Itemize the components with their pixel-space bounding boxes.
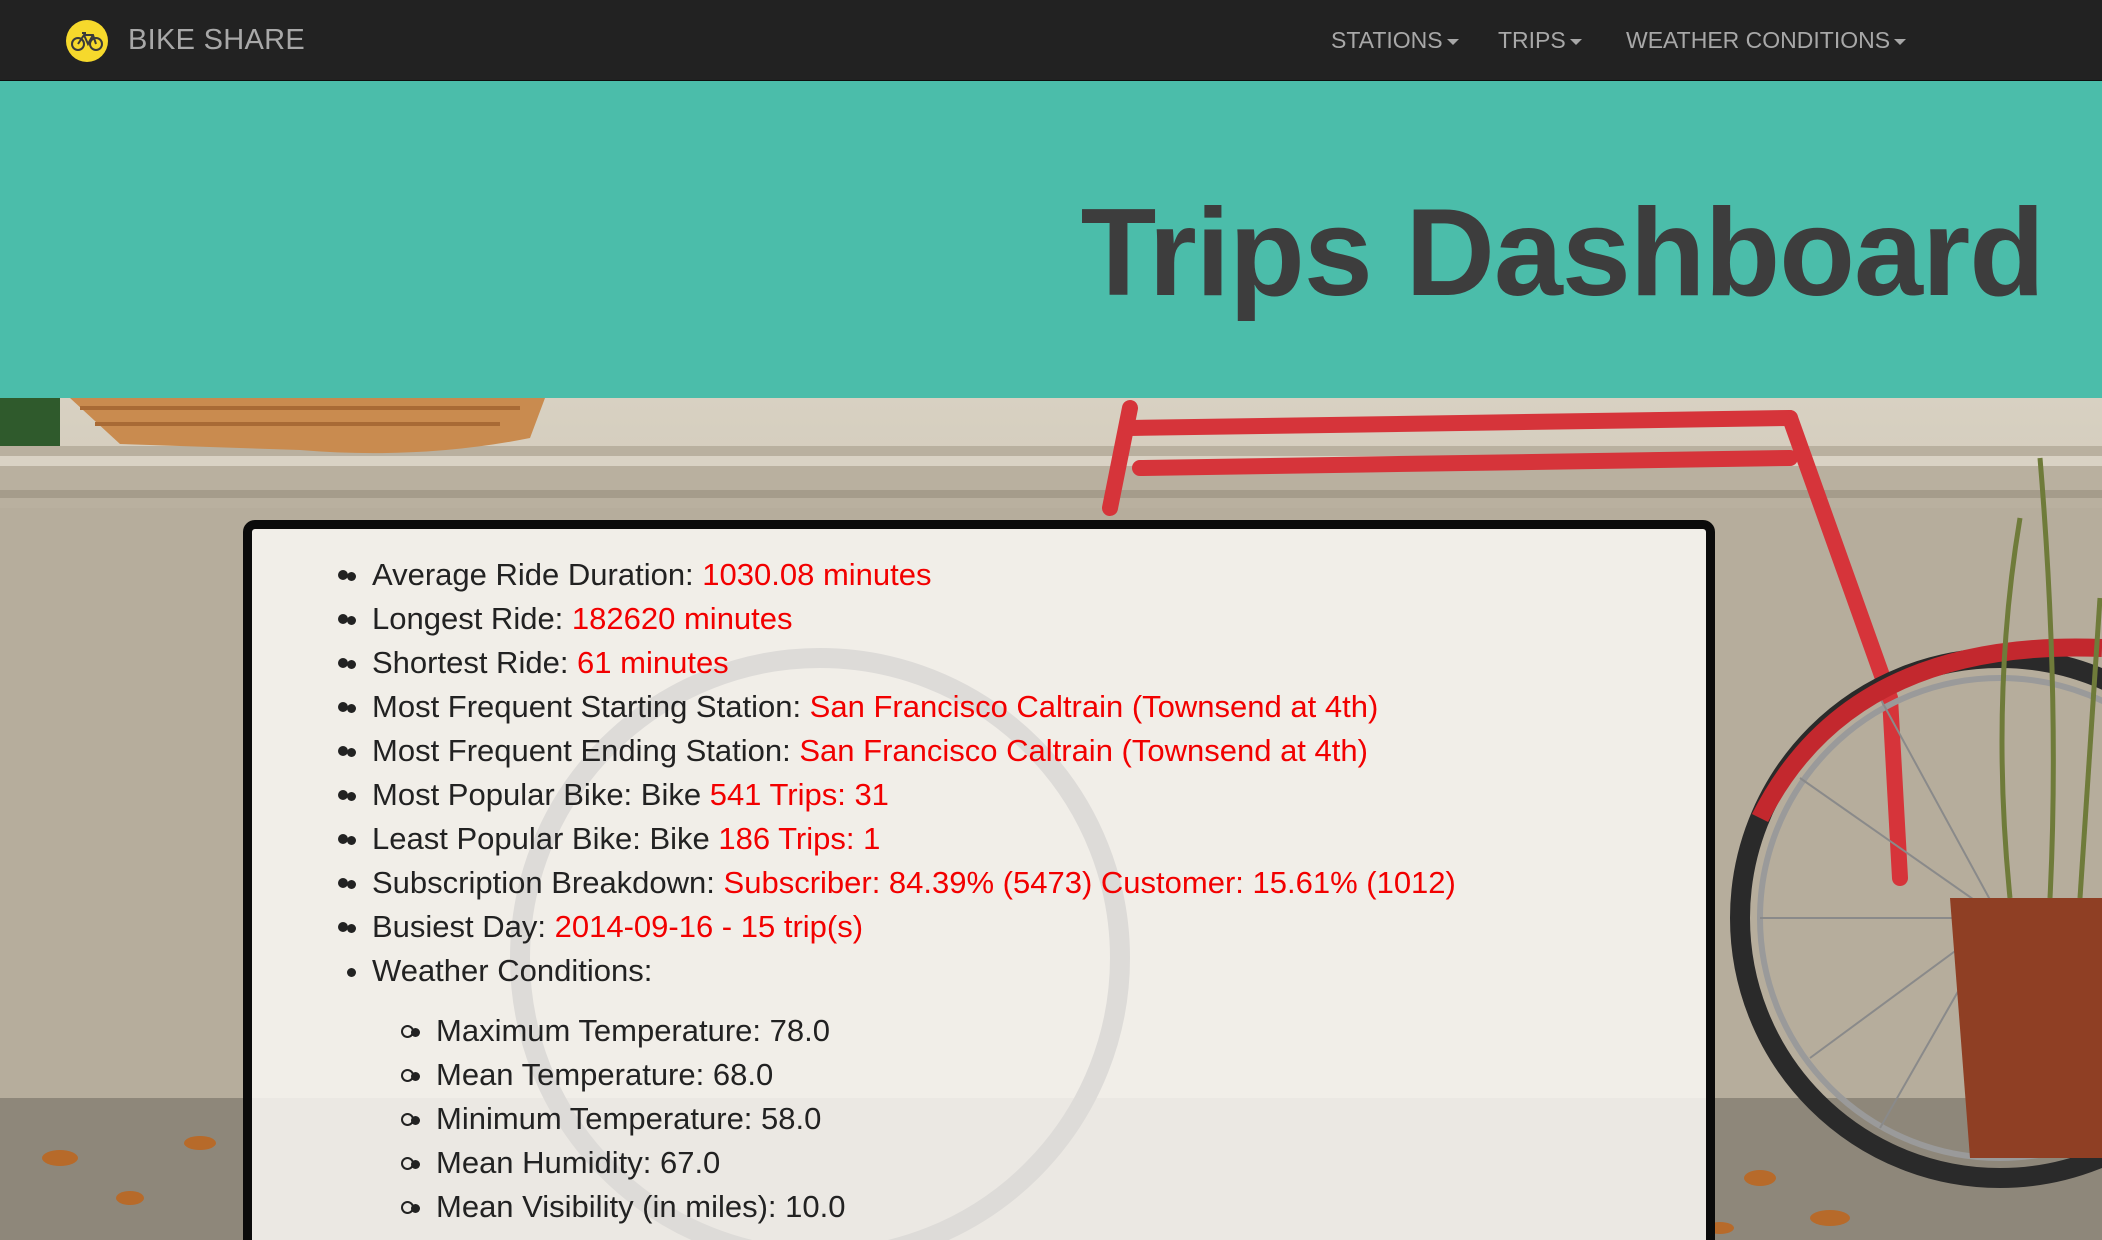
bullet-icon [338,922,348,932]
bullet-icon [338,746,348,756]
page-title: Trips Dashboard [1080,184,2045,322]
bullet-icon [338,834,348,844]
caret-down-icon [1894,39,1907,45]
stat-frequent-start-station: Most Frequent Starting Station: San Fran… [338,685,1379,729]
weather-item-text: Mean Humidity: 67.0 [436,1145,721,1180]
stat-label: Least Popular Bike: Bike [372,821,719,856]
stat-value: 61 minutes [577,645,729,680]
nav-weather-label: WEATHER CONDITIONS [1626,27,1891,53]
bullet-icon [338,878,348,888]
weather-mean-humidity: Mean Humidity: 67.0 [401,1141,721,1185]
stat-longest-ride: Longest Ride: 182620 minutes [338,597,793,641]
stat-most-popular-bike: Most Popular Bike: Bike 541 Trips: 31 [338,773,889,817]
weather-max-temp: Maximum Temperature: 78.0 [401,1009,830,1053]
circle-bullet-icon [401,1201,414,1214]
stat-value: Subscriber: 84.39% (5473) Customer: 15.6… [723,865,1456,900]
stat-subscription-breakdown: Subscription Breakdown: Subscriber: 84.3… [338,861,1456,905]
stat-frequent-end-station: Most Frequent Ending Station: San Franci… [338,729,1368,773]
nav-trips-label: TRIPS [1498,27,1566,53]
nav-weather-dropdown[interactable]: WEATHER CONDITIONS [1626,0,1907,81]
stat-busiest-day: Busiest Day: 2014-09-16 - 15 trip(s) [338,905,864,949]
stat-label: Subscription Breakdown: [372,865,724,900]
bullet-icon [338,570,348,580]
stat-label: Shortest Ride: [372,645,578,680]
caret-down-icon [1569,39,1582,45]
trip-stats-card: Average Ride Duration: 1030.08 minutes L… [243,520,1715,1240]
stat-value: 541 Trips: 31 [709,777,889,812]
weather-item-text: Mean Temperature: 68.0 [436,1057,774,1092]
top-navbar: BIKE SHARE STATIONS TRIPS WEATHER CONDIT… [0,0,2102,81]
caret-down-icon [1446,39,1459,45]
stat-value: 186 Trips: 1 [718,821,881,856]
bicycle-icon [66,19,108,62]
nav-trips-dropdown[interactable]: TRIPS [1498,0,1582,81]
weather-item-text: Mean Visibility (in miles): 10.0 [436,1189,846,1224]
stat-label: Most Frequent Starting Station: [372,689,810,724]
stat-value: San Francisco Caltrain (Townsend at 4th) [809,689,1379,724]
stat-value: 1030.08 minutes [702,557,932,592]
weather-mean-visibility: Mean Visibility (in miles): 10.0 [401,1185,846,1229]
stat-value: 2014-09-16 - 15 trip(s) [554,909,864,944]
stat-label: Longest Ride: [372,601,572,636]
nav-stations-dropdown[interactable]: STATIONS [1331,0,1459,81]
stat-label: Most Popular Bike: Bike [372,777,710,812]
bullet-icon [338,614,348,624]
page-header: Trips Dashboard [0,81,2102,398]
circle-bullet-icon [401,1025,414,1038]
circle-bullet-icon [401,1069,414,1082]
stat-label: Average Ride Duration: [372,557,703,592]
brand[interactable]: BIKE SHARE [66,0,305,81]
bullet-icon [338,658,348,668]
stat-average-ride-duration: Average Ride Duration: 1030.08 minutes [338,553,932,597]
weather-heading: Weather Conditions: [372,949,652,993]
bullet-icon [338,702,348,712]
stat-value: San Francisco Caltrain (Townsend at 4th) [799,733,1368,768]
bullet-icon [338,790,348,800]
stat-label: Most Frequent Ending Station: [372,733,800,768]
circle-bullet-icon [401,1157,414,1170]
weather-min-temp: Minimum Temperature: 58.0 [401,1097,822,1141]
circle-bullet-icon [401,1113,414,1126]
weather-item-text: Maximum Temperature: 78.0 [436,1013,830,1048]
brand-name: BIKE SHARE [128,24,306,56]
weather-mean-temp: Mean Temperature: 68.0 [401,1053,774,1097]
weather-item-text: Minimum Temperature: 58.0 [436,1101,822,1136]
nav-stations-label: STATIONS [1331,27,1443,53]
weather-heading-text: Weather Conditions: [372,953,653,988]
stat-shortest-ride: Shortest Ride: 61 minutes [338,641,729,685]
stat-value: 182620 minutes [571,601,793,636]
stat-label: Busiest Day: [372,909,555,944]
stat-least-popular-bike: Least Popular Bike: Bike 186 Trips: 1 [338,817,881,861]
